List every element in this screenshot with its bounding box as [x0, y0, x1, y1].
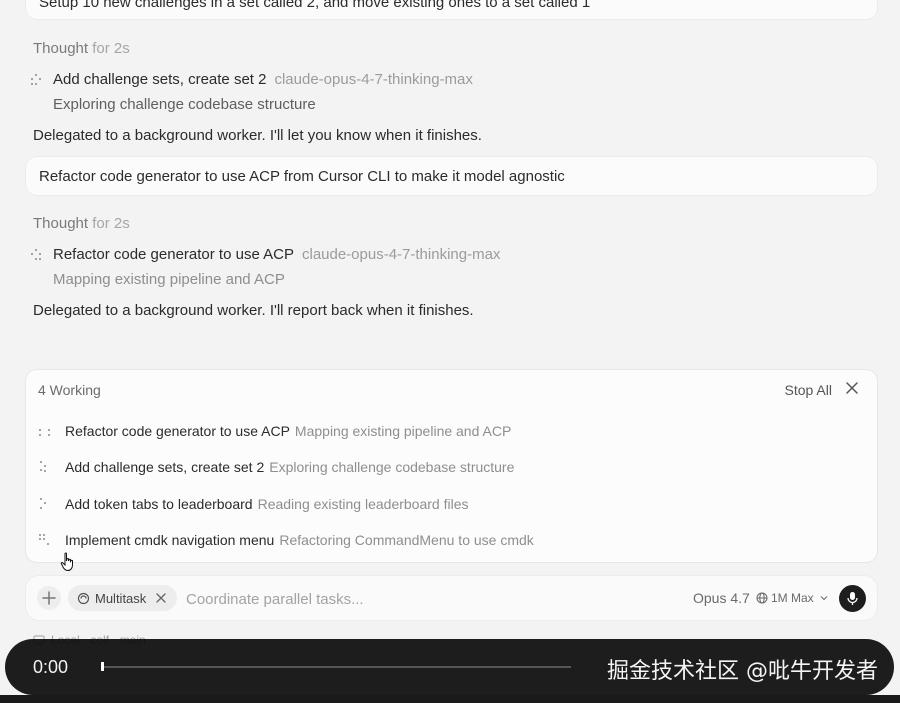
task-status: Mapping existing pipeline and ACP: [53, 271, 285, 288]
context-selector[interactable]: 1M Max: [756, 591, 829, 605]
spinner-dots-icon: [38, 424, 52, 438]
spinner-dots-icon: [38, 460, 52, 474]
working-task-title: Add challenge sets, create set 2: [65, 459, 265, 475]
spinner-dots-icon: [30, 248, 44, 262]
task-title: Add challenge sets, create set 2: [53, 71, 267, 88]
task-entry[interactable]: Refactor code generator to use ACP claud…: [30, 246, 500, 263]
working-task-item[interactable]: Add challenge sets, create set 2 Explori…: [38, 459, 514, 475]
task-status: Exploring challenge codebase structure: [53, 96, 316, 113]
assistant-message: Delegated to a background worker. I'll l…: [33, 127, 482, 144]
plus-icon: [42, 591, 56, 605]
working-task-item[interactable]: Refactor code generator to use ACP Mappi…: [38, 423, 511, 439]
stop-all-button[interactable]: Stop All: [785, 382, 832, 398]
thought-indicator[interactable]: Thought for 2s: [33, 215, 130, 232]
thought-indicator[interactable]: Thought for 2s: [33, 40, 130, 57]
video-time: 0:00: [33, 657, 69, 677]
video-bottom-edge: [0, 695, 900, 703]
close-icon[interactable]: [844, 380, 860, 396]
working-task-item[interactable]: Add token tabs to leaderboard Reading ex…: [38, 496, 469, 512]
spinner-dots-icon: [38, 497, 52, 511]
video-controls: 0:00 掘金技术社区 @吡牛开发者: [5, 639, 894, 695]
model-selector[interactable]: Opus 4.7: [693, 590, 750, 606]
working-task-status: Mapping existing pipeline and ACP: [294, 423, 512, 439]
user-message-text: Setup 10 new challenges in a set called …: [39, 0, 591, 11]
microphone-button[interactable]: [839, 585, 866, 612]
working-task-status: Reading existing leaderboard files: [257, 496, 469, 512]
globe-icon: [756, 592, 768, 604]
working-task-title: Implement cmdk navigation menu: [65, 532, 275, 548]
multitask-chip[interactable]: Multitask: [68, 585, 177, 611]
remove-chip-icon[interactable]: [155, 592, 167, 604]
task-entry[interactable]: Add challenge sets, create set 2 claude-…: [30, 71, 473, 88]
working-task-status: Refactoring CommandMenu to use cmdk: [279, 532, 534, 548]
video-progress-handle[interactable]: [101, 662, 104, 671]
microphone-icon: [847, 592, 858, 605]
hand-cursor-icon: [60, 552, 73, 572]
prompt-input[interactable]: [186, 587, 666, 611]
spinner-dots-icon: [38, 533, 52, 547]
composer: Multitask Opus 4.7 1M Max: [25, 575, 878, 621]
user-message-bubble: Refactor code generator to use ACP from …: [25, 156, 878, 196]
chevron-down-icon: [820, 596, 828, 601]
multitask-icon: [77, 592, 90, 604]
working-count: 4 Working: [38, 382, 101, 398]
user-message-text: Refactor code generator to use ACP from …: [39, 167, 565, 185]
assistant-message: Delegated to a background worker. I'll r…: [33, 302, 474, 319]
working-task-title: Refactor code generator to use ACP: [65, 423, 290, 439]
multitask-chip-label: Multitask: [95, 590, 147, 606]
working-task-status: Exploring challenge codebase structure: [269, 459, 515, 475]
add-button[interactable]: [37, 586, 61, 610]
video-progress-track[interactable]: [101, 666, 571, 668]
context-label: 1M Max: [771, 591, 814, 605]
spinner-dots-icon: [30, 73, 44, 87]
task-title: Refactor code generator to use ACP: [53, 246, 294, 263]
watermark: 掘金技术社区 @吡牛开发者: [607, 659, 878, 684]
working-task-title: Add token tabs to leaderboard: [65, 496, 253, 512]
working-tasks-panel: 4 Working Stop All Refactor code generat…: [25, 369, 878, 563]
task-model: claude-opus-4-7-thinking-max: [274, 71, 473, 88]
working-task-item[interactable]: Implement cmdk navigation menu Refactori…: [38, 532, 534, 548]
task-model: claude-opus-4-7-thinking-max: [301, 246, 501, 263]
user-message-bubble: Setup 10 new challenges in a set called …: [25, 0, 878, 20]
